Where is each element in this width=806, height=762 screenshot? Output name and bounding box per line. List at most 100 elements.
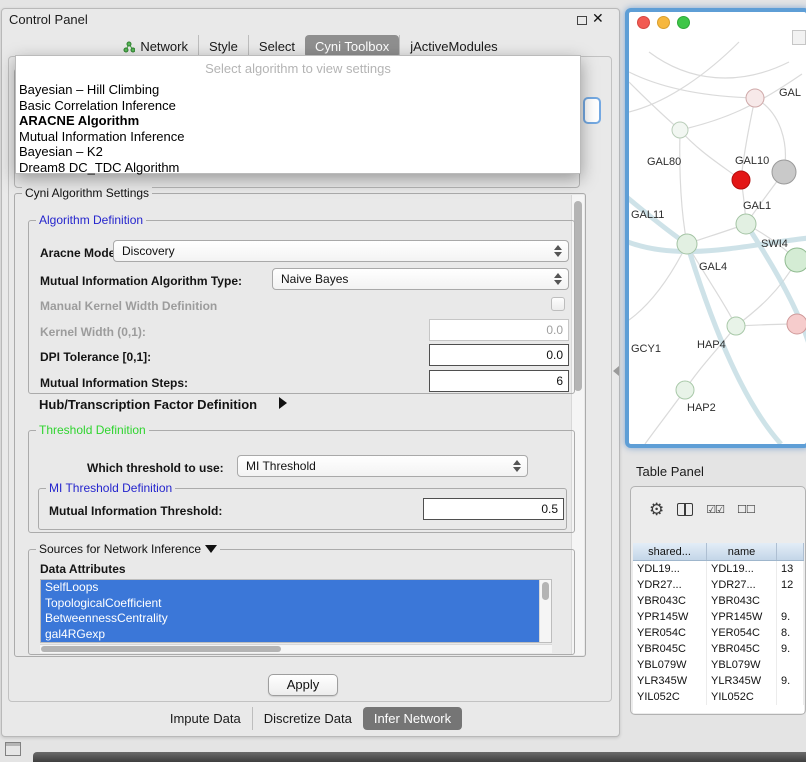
node[interactable]: [672, 122, 688, 138]
algorithm-combobox-fragment[interactable]: [583, 97, 601, 124]
node-label: HAP2: [687, 402, 716, 414]
cyni-bottom-tabbar: Impute Data Discretize Data Infer Networ…: [1, 705, 620, 731]
tab-impute-data[interactable]: Impute Data: [159, 707, 252, 730]
expand-arrow-icon[interactable]: [279, 397, 287, 409]
mi-type-select[interactable]: Naive Bayes: [272, 268, 569, 290]
cell: YPR145W: [707, 609, 777, 625]
sources-group: Sources for Network Inference Data Attri…: [28, 549, 575, 655]
deselect-all-icon[interactable]: ☐☐: [737, 503, 755, 516]
algorithm-dropdown-list: Select algorithm to view settings Bayesi…: [15, 55, 581, 174]
scrollbar-thumb[interactable]: [574, 201, 582, 391]
cell: YIL052C: [707, 689, 777, 705]
chevron-updown-icon: [554, 273, 562, 285]
control-panel-title: Control Panel: [9, 12, 88, 27]
network-highlight-edges: [629, 194, 806, 444]
scrollbar-thumb[interactable]: [41, 646, 281, 652]
table-row[interactable]: YDR27... YDR27... 12: [633, 577, 804, 593]
table-row[interactable]: YPR145W YPR145W 9.: [633, 609, 804, 625]
sources-legend[interactable]: Sources for Network Inference: [36, 542, 220, 556]
dropdown-item-selected[interactable]: ARACNE Algorithm: [16, 113, 580, 129]
mi-steps-input[interactable]: [429, 370, 569, 392]
table-row[interactable]: YER054C YER054C 8.: [633, 625, 804, 641]
network-graph[interactable]: GAL GAL80 GAL10 GAL11 GAL1 SWI4 GAL4 GCY…: [629, 12, 806, 444]
data-attributes-list[interactable]: SelfLoops TopologicalCoefficient Between…: [40, 579, 552, 643]
table-row[interactable]: YBR043C YBR043C: [633, 593, 804, 609]
scrollbar-thumb[interactable]: [542, 582, 549, 600]
manual-kernel-checkbox[interactable]: [551, 297, 565, 311]
list-scrollbar[interactable]: [539, 580, 551, 642]
list-item[interactable]: SelfLoops: [41, 580, 539, 596]
list-h-scrollbar[interactable]: [40, 644, 552, 653]
dropdown-item[interactable]: Bayesian – K2: [16, 144, 580, 160]
cell: YLR345W: [633, 673, 707, 689]
network-view-window[interactable]: GAL GAL80 GAL10 GAL11 GAL1 SWI4 GAL4 GCY…: [625, 8, 806, 448]
tab-label: jActiveModules: [410, 39, 497, 54]
cell: [777, 657, 804, 673]
table-panel-title: Table Panel: [636, 464, 704, 479]
dropdown-item[interactable]: Basic Correlation Inference: [16, 98, 580, 114]
list-item[interactable]: BetweennessCentrality: [41, 611, 539, 627]
cell: 12: [777, 577, 804, 593]
node-gray[interactable]: [772, 160, 796, 184]
close-icon[interactable]: ✕: [592, 10, 604, 27]
panel-resize-grip[interactable]: [613, 366, 619, 376]
dropdown-item[interactable]: Mutual Information Inference: [16, 129, 580, 145]
collapse-arrow-icon[interactable]: [205, 545, 217, 553]
minimized-panel-icon[interactable]: [5, 742, 21, 756]
column-header[interactable]: [777, 543, 804, 560]
dpi-tolerance-input[interactable]: [429, 344, 569, 366]
node-hap4[interactable]: [727, 317, 745, 335]
threshold-definition-legend: Threshold Definition: [36, 423, 149, 437]
tab-label: Network: [140, 39, 188, 54]
node-gal4[interactable]: [677, 234, 697, 254]
kernel-width-input[interactable]: [429, 319, 569, 341]
table-row[interactable]: YLR345W YLR345W 9.: [633, 673, 804, 689]
node[interactable]: [746, 89, 764, 107]
float-window-icon[interactable]: [577, 16, 587, 25]
algorithm-definition-group: Algorithm Definition Aracne Mode: Discov…: [28, 220, 575, 394]
table-row[interactable]: YBR045C YBR045C 9.: [633, 641, 804, 657]
tab-infer-network[interactable]: Infer Network: [363, 707, 462, 730]
mi-threshold-group: MI Threshold Definition Mutual Informati…: [38, 488, 567, 530]
settings-legend: Cyni Algorithm Settings: [22, 186, 152, 200]
node-label: HAP4: [697, 339, 726, 351]
selected-value: Naive Bayes: [281, 272, 348, 286]
cell: YIL052C: [633, 689, 707, 705]
node-red-gal10[interactable]: [732, 171, 750, 189]
apply-button[interactable]: Apply: [268, 674, 338, 696]
tab-discretize-data[interactable]: Discretize Data: [252, 707, 363, 730]
node-hap2[interactable]: [676, 381, 694, 399]
node-label: GAL80: [647, 156, 681, 168]
node-gal1[interactable]: [736, 214, 756, 234]
which-threshold-select[interactable]: MI Threshold: [237, 455, 528, 477]
select-all-icon[interactable]: ☑☑: [706, 503, 724, 516]
list-item[interactable]: TopologicalCoefficient: [41, 596, 539, 612]
node-pink[interactable]: [787, 314, 806, 334]
cell: YER054C: [633, 625, 707, 641]
column-selector-icon[interactable]: [677, 503, 693, 516]
mi-threshold-label: Mutual Information Threshold:: [49, 504, 222, 518]
cell: [777, 593, 804, 609]
manual-kernel-label: Manual Kernel Width Definition: [40, 299, 217, 313]
mi-threshold-input[interactable]: [423, 498, 564, 520]
aracne-mode-select[interactable]: Discovery: [113, 240, 569, 262]
table-row[interactable]: YBL079W YBL079W: [633, 657, 804, 673]
column-header[interactable]: name: [707, 543, 777, 560]
hub-tf-definition-toggle[interactable]: Hub/Transcription Factor Definition: [39, 397, 257, 412]
desktop: Control Panel ✕ Network Style Select Cyn…: [0, 0, 806, 762]
column-header[interactable]: shared...: [633, 543, 707, 560]
cell: YPR145W: [633, 609, 707, 625]
gear-icon[interactable]: ⚙: [649, 501, 664, 518]
table-row[interactable]: YDL19... YDL19... 13: [633, 561, 804, 577]
chevron-updown-icon: [513, 460, 521, 472]
dropdown-item[interactable]: Dream8 DC_TDC Algorithm: [16, 160, 580, 176]
cell: 13: [777, 561, 804, 577]
table-row[interactable]: YIL052C YIL052C: [633, 689, 804, 705]
cell: YDR27...: [633, 577, 707, 593]
cell: YBR043C: [707, 593, 777, 609]
cell: YDL19...: [707, 561, 777, 577]
kernel-width-label: Kernel Width (0,1):: [40, 325, 146, 339]
node-swi4[interactable]: [785, 248, 806, 272]
list-item[interactable]: gal4RGexp: [41, 627, 539, 643]
dropdown-item[interactable]: Bayesian – Hill Climbing: [16, 82, 580, 98]
